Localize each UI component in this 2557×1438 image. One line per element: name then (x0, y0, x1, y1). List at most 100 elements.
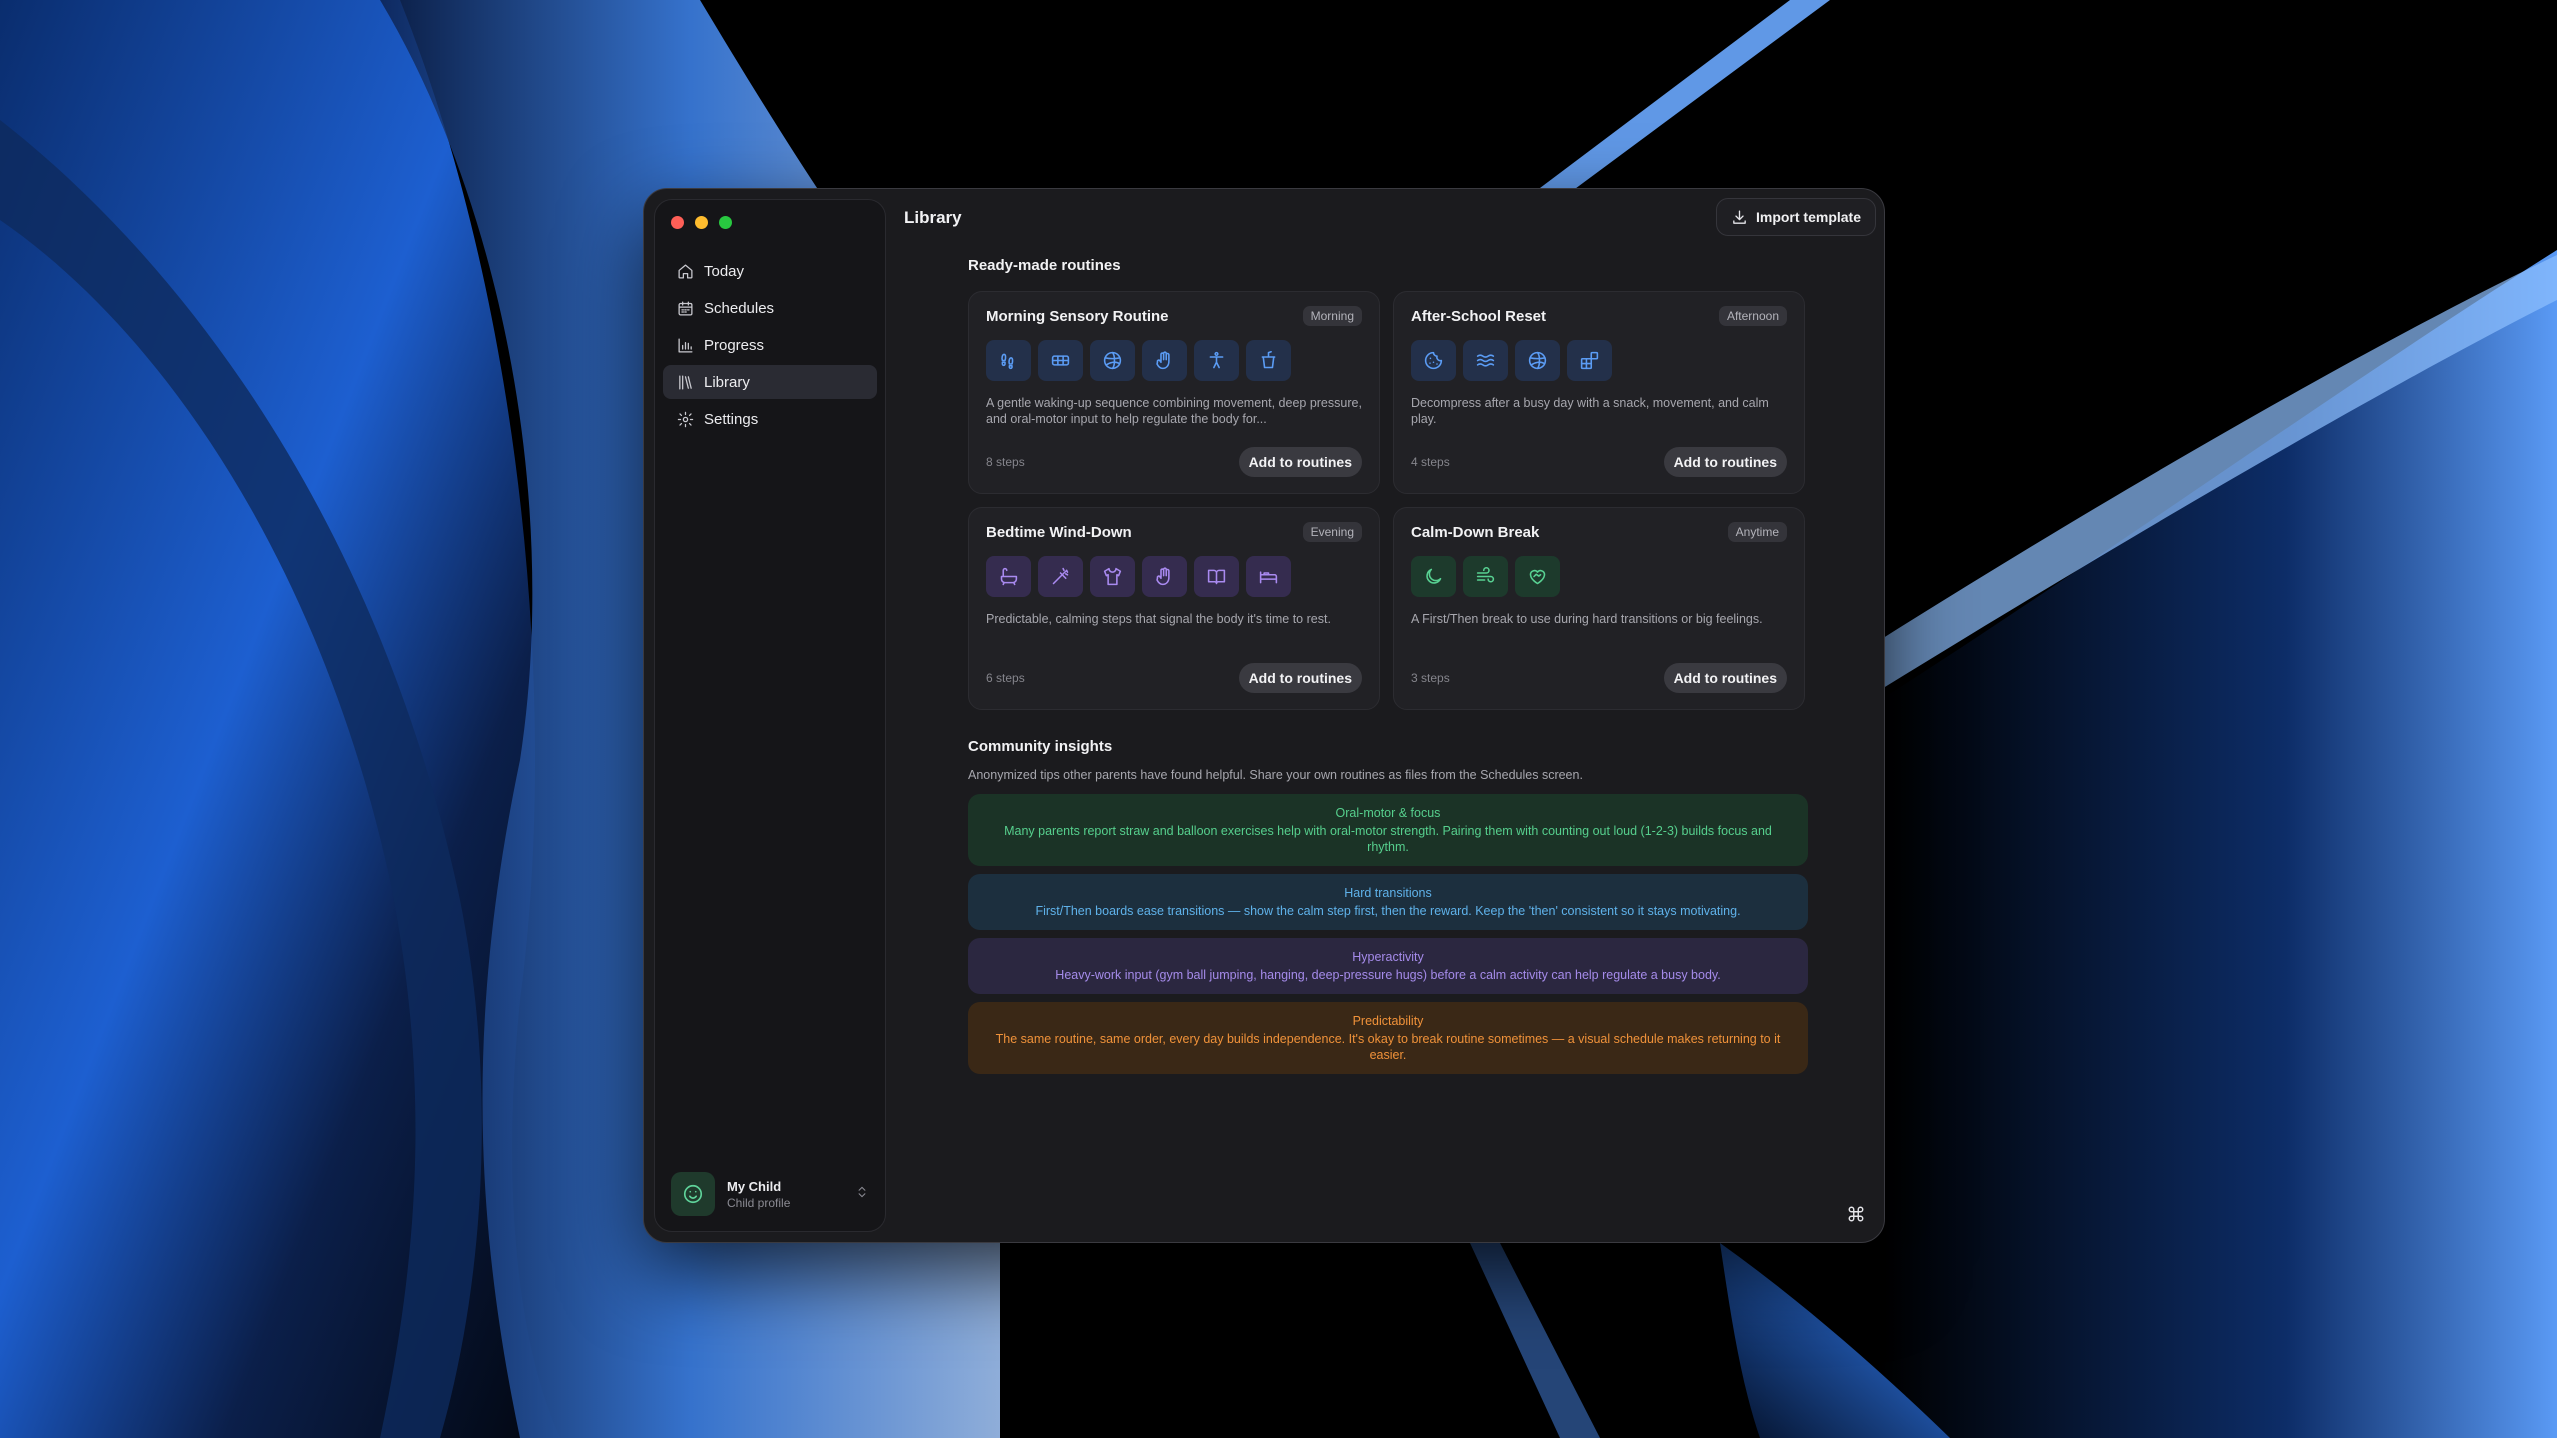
trampoline-icon (1038, 340, 1083, 381)
insight-title: Oral-motor & focus (1335, 806, 1441, 820)
library-content: Ready-made routines Morning Sensory Rout… (968, 257, 1808, 1082)
insight-card-predictability: Predictability The same routine, same or… (968, 1002, 1808, 1074)
add-to-routines-button[interactable]: Add to routines (1663, 663, 1787, 693)
app-window: Today Schedules Progress Library Setting… (643, 188, 1885, 1243)
minimize-window-button[interactable] (695, 216, 708, 229)
add-to-routines-button[interactable]: Add to routines (1238, 447, 1362, 477)
waves-icon (1463, 340, 1508, 381)
sidebar-item-today[interactable]: Today (663, 254, 877, 288)
routine-description: Decompress after a busy day with a snack… (1411, 396, 1769, 426)
sidebar-item-label: Library (704, 373, 750, 391)
bar-chart-icon (678, 337, 693, 353)
import-template-button[interactable]: Import template (1715, 198, 1876, 236)
sidebar-item-label: Settings (704, 410, 759, 428)
avatar (671, 1172, 715, 1216)
insight-text: Heavy-work input (gym ball jumping, hang… (1055, 968, 1721, 982)
routines-grid: Morning Sensory Routine Morning A gentle… (968, 291, 1808, 710)
routine-step-count: 3 steps (1411, 671, 1450, 685)
home-icon (678, 263, 693, 279)
insight-card-oral-motor: Oral-motor & focus Many parents report s… (968, 794, 1808, 866)
routine-step-icons (986, 340, 1362, 381)
routine-title: After-School Reset (1411, 307, 1547, 325)
heart-handshake-icon (1515, 556, 1560, 597)
community-title: Community insights (968, 738, 1113, 755)
routine-card-calm-down: Calm-Down Break Anytime A First/Then bre… (1393, 507, 1805, 710)
command-icon (1848, 1206, 1864, 1222)
hand-icon (1142, 340, 1187, 381)
insight-title: Hyperactivity (1352, 950, 1424, 964)
zoom-window-button[interactable] (719, 216, 732, 229)
sidebar: Today Schedules Progress Library Setting… (654, 199, 886, 1232)
import-template-label: Import template (1755, 209, 1861, 225)
insight-text: The same routine, same order, every day … (995, 1032, 1781, 1062)
close-window-button[interactable] (671, 216, 684, 229)
ball-icon (1090, 340, 1135, 381)
routine-title: Bedtime Wind-Down (986, 523, 1132, 541)
profile-switcher[interactable]: My Child Child profile (667, 1169, 873, 1219)
command-key-button[interactable] (1842, 1200, 1870, 1228)
insight-title: Hard transitions (1344, 886, 1432, 900)
library-icon (679, 374, 692, 390)
insight-card-hyperactivity: Hyperactivity Heavy-work input (gym ball… (968, 938, 1808, 994)
routine-step-count: 6 steps (986, 671, 1025, 685)
page-title: Library (904, 208, 962, 227)
window-controls (671, 216, 732, 229)
chevron-up-down-icon (855, 1185, 869, 1204)
insight-text: Many parents report straw and balloon ex… (1004, 824, 1772, 854)
routine-time-badge: Afternoon (1718, 306, 1787, 326)
add-to-routines-button[interactable]: Add to routines (1238, 663, 1362, 693)
person-icon (1194, 340, 1239, 381)
sidebar-item-label: Schedules (704, 299, 775, 317)
routine-description: Predictable, calming steps that signal t… (986, 612, 1331, 626)
routine-step-count: 4 steps (1411, 455, 1450, 469)
calendar-icon (678, 300, 693, 316)
gear-icon (677, 411, 694, 427)
toothbrush-icon (1038, 556, 1083, 597)
routine-title: Calm-Down Break (1411, 523, 1540, 541)
sidebar-item-schedules[interactable]: Schedules (663, 291, 877, 325)
routine-time-badge: Evening (1302, 522, 1362, 542)
profile-subtitle: Child profile (727, 1195, 791, 1210)
routine-card-morning-sensory: Morning Sensory Routine Morning A gentle… (968, 291, 1380, 494)
blocks-icon (1567, 340, 1612, 381)
cookie-icon (1411, 340, 1456, 381)
bed-icon (1246, 556, 1291, 597)
download-icon (1733, 209, 1746, 224)
routine-time-badge: Anytime (1727, 522, 1787, 542)
sidebar-item-progress[interactable]: Progress (663, 328, 877, 362)
sidebar-item-label: Progress (704, 336, 765, 354)
routine-step-count: 8 steps (986, 455, 1025, 469)
routine-step-icons (1411, 340, 1787, 381)
main-content: Library Import template Ready-made routi… (896, 189, 1884, 1242)
moon-icon (1411, 556, 1456, 597)
routine-description: A First/Then break to use during hard tr… (1411, 612, 1763, 626)
insight-card-hard-transitions: Hard transitions First/Then boards ease … (968, 874, 1808, 930)
sidebar-item-settings[interactable]: Settings (663, 402, 877, 436)
shirt-icon (1090, 556, 1135, 597)
community-subtitle: Anonymized tips other parents have found… (968, 768, 1583, 782)
ball-icon (1515, 340, 1560, 381)
book-icon (1194, 556, 1239, 597)
sidebar-item-label: Today (704, 262, 745, 280)
routine-description: A gentle waking-up sequence combining mo… (986, 396, 1362, 426)
routine-card-bedtime: Bedtime Wind-Down Evening Predictable, c… (968, 507, 1380, 710)
sidebar-item-library[interactable]: Library (663, 365, 877, 399)
add-to-routines-button[interactable]: Add to routines (1663, 447, 1787, 477)
sidebar-nav: Today Schedules Progress Library Setting… (655, 254, 885, 439)
wind-icon (1463, 556, 1508, 597)
routines-section-title: Ready-made routines (968, 257, 1121, 274)
insight-text: First/Then boards ease transitions — sho… (1035, 904, 1741, 918)
cup-icon (1246, 340, 1291, 381)
insight-title: Predictability (1352, 1014, 1424, 1028)
smile-icon (683, 1184, 703, 1204)
routine-step-icons (986, 556, 1362, 597)
profile-name: My Child (727, 1178, 782, 1194)
bath-icon (986, 556, 1031, 597)
routine-card-after-school: After-School Reset Afternoon Decompress … (1393, 291, 1805, 494)
hand-icon (1142, 556, 1187, 597)
footprints-icon (986, 340, 1031, 381)
community-insights-section: Community insights Anonymized tips other… (968, 738, 1808, 1074)
routine-time-badge: Morning (1302, 306, 1362, 326)
routine-title: Morning Sensory Routine (986, 307, 1169, 325)
insights-list: Oral-motor & focus Many parents report s… (968, 794, 1808, 1074)
